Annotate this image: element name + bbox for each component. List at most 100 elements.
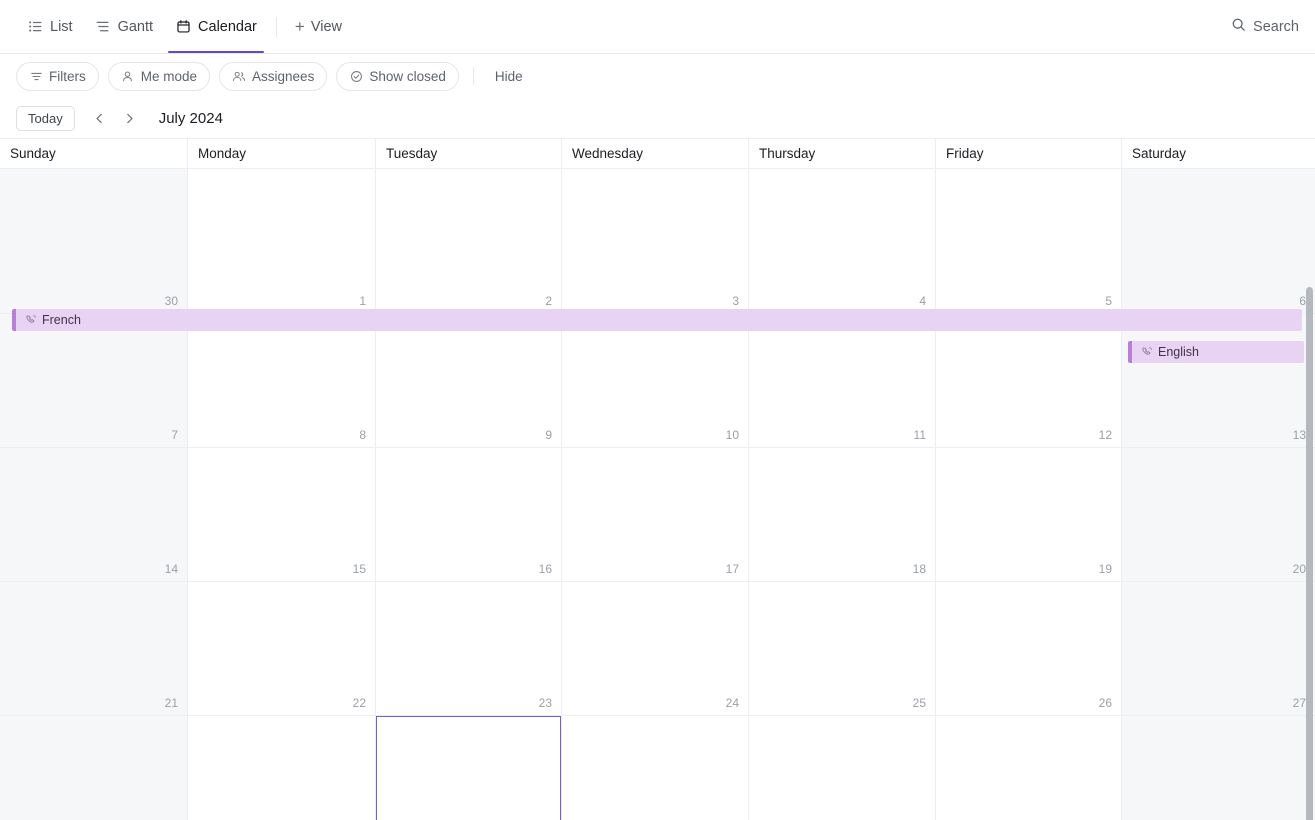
vertical-scrollbar[interactable] xyxy=(1306,287,1313,820)
weekday-header-row: Sunday Monday Tuesday Wednesday Thursday Frid… xyxy=(0,139,1315,169)
calendar-day-cell[interactable]: 6 xyxy=(1122,169,1315,313)
calendar-day-cell[interactable]: 19 xyxy=(936,448,1122,581)
calendar-day-cell[interactable] xyxy=(188,716,376,820)
calendar-week-row: 30 1 234 5 6 xyxy=(0,169,1315,314)
calendar-day-cell[interactable]: 2 xyxy=(376,169,562,313)
date-navigation: Today July 2024 xyxy=(0,98,1315,138)
list-icon xyxy=(27,19,43,35)
tab-gantt[interactable]: Gantt xyxy=(84,0,164,53)
weekday-label: Wednesday xyxy=(572,146,643,161)
weekday-header-monday: Monday xyxy=(188,139,376,168)
weekday-header-thursday: Thursday xyxy=(749,139,936,168)
day-number: 12 xyxy=(1099,428,1112,442)
chevron-right-icon xyxy=(123,112,136,125)
calendar-day-cell[interactable]: 15 xyxy=(188,448,376,581)
day-number: 15 xyxy=(353,562,366,576)
calendar-day-cell[interactable]: 22 xyxy=(188,582,376,715)
tab-calendar-label: Calendar xyxy=(198,19,257,35)
filter-toolbar: Filters Me mode Assignees xyxy=(0,54,1315,98)
calendar-day-cell[interactable]: 26 xyxy=(936,582,1122,715)
calendar-day-cell[interactable]: 14 xyxy=(0,448,188,581)
day-number: 6 xyxy=(1299,294,1306,308)
view-bar-right: Search xyxy=(1225,13,1301,40)
weekday-header-tuesday: Tuesday xyxy=(376,139,562,168)
day-number: 26 xyxy=(1099,696,1112,710)
weekday-label: Tuesday xyxy=(386,146,437,161)
calendar-day-cell[interactable]: 7 xyxy=(0,314,188,447)
calendar-day-cell[interactable]: 21 xyxy=(0,582,188,715)
day-number: 14 xyxy=(165,562,178,576)
weekday-header-sunday: Sunday xyxy=(0,139,188,168)
calendar-day-cell[interactable] xyxy=(749,716,936,820)
calendar-day-cell[interactable]: 20 xyxy=(1122,448,1315,581)
tab-list[interactable]: List xyxy=(16,0,84,53)
day-number: 21 xyxy=(165,696,178,710)
weekday-label: Thursday xyxy=(759,146,815,161)
day-number: 8 xyxy=(359,428,366,442)
day-number: 11 xyxy=(914,428,926,442)
toolbar-divider xyxy=(473,67,474,85)
calendar-day-cell[interactable]: 8 xyxy=(188,314,376,447)
day-number: 5 xyxy=(1105,294,1112,308)
weekday-label: Sunday xyxy=(10,146,56,161)
calendar-day-cell[interactable]: 13 xyxy=(1122,314,1315,447)
calendar-day-cell[interactable]: 12 xyxy=(936,314,1122,447)
event-title: English xyxy=(1153,345,1207,359)
calendar-week-row: 14 15 161718 19 20 xyxy=(0,448,1315,582)
event-title: French xyxy=(37,313,89,327)
day-number: 19 xyxy=(1099,562,1112,576)
day-number: 10 xyxy=(726,428,739,442)
me-mode-button[interactable]: Me mode xyxy=(108,62,210,91)
gantt-icon xyxy=(95,19,111,35)
calendar-day-cell[interactable]: 9 xyxy=(376,314,562,447)
calendar-day-cell[interactable]: 16 xyxy=(376,448,562,581)
previous-month-button[interactable] xyxy=(87,105,113,131)
day-number: 1 xyxy=(359,294,366,308)
add-view-button[interactable]: + View xyxy=(285,18,352,35)
weekday-label: Monday xyxy=(198,146,246,161)
next-month-button[interactable] xyxy=(117,105,143,131)
event-color-bar xyxy=(1128,341,1132,363)
calendar-day-cell[interactable]: 11 xyxy=(749,314,936,447)
calendar-week-row xyxy=(0,716,1315,820)
show-closed-button[interactable]: Show closed xyxy=(336,62,459,91)
calendar-day-cell[interactable]: 27 xyxy=(1122,582,1315,715)
weekday-label: Saturday xyxy=(1132,146,1186,161)
assignees-button[interactable]: Assignees xyxy=(219,62,327,91)
calendar-day-cell[interactable]: 1 xyxy=(188,169,376,313)
calendar-day-cell[interactable]: 23 xyxy=(376,582,562,715)
tab-calendar[interactable]: Calendar xyxy=(164,0,268,53)
day-number: 25 xyxy=(913,696,926,710)
hide-button[interactable]: Hide xyxy=(488,65,530,88)
calendar-day-cell[interactable] xyxy=(936,716,1122,820)
calendar-day-cell[interactable]: 5 xyxy=(936,169,1122,313)
view-tab-bar: List Gantt xyxy=(0,0,1315,54)
calendar-day-cell[interactable]: 4 xyxy=(749,169,936,313)
add-view-label: View xyxy=(311,19,342,35)
calendar-event[interactable]: English xyxy=(1128,341,1304,363)
calendar-day-cell[interactable]: 18 xyxy=(749,448,936,581)
calendar-day-cell[interactable]: 30 xyxy=(0,169,188,313)
calendar-day-cell[interactable]: 10 xyxy=(562,314,749,447)
calendar-day-cell[interactable] xyxy=(562,716,749,820)
today-button[interactable]: Today xyxy=(16,106,75,131)
calendar-day-cell[interactable] xyxy=(376,716,562,820)
calendar-event[interactable]: French xyxy=(12,309,1302,331)
search-button[interactable]: Search xyxy=(1225,13,1301,40)
current-month-label: July 2024 xyxy=(159,110,223,127)
plus-icon: + xyxy=(295,18,305,35)
day-number: 2 xyxy=(545,294,552,308)
filters-label: Filters xyxy=(49,69,86,84)
calendar-day-cell[interactable] xyxy=(1122,716,1315,820)
day-number: 23 xyxy=(539,696,552,710)
calendar-day-cell[interactable]: 3 xyxy=(562,169,749,313)
calendar-day-cell[interactable]: 25 xyxy=(749,582,936,715)
calendar-day-cell[interactable]: 24 xyxy=(562,582,749,715)
day-number: 27 xyxy=(1293,696,1306,710)
search-icon xyxy=(1231,17,1246,36)
calendar-day-cell[interactable]: 17 xyxy=(562,448,749,581)
weekday-header-friday: Friday xyxy=(936,139,1122,168)
me-mode-label: Me mode xyxy=(141,69,197,84)
calendar-day-cell[interactable] xyxy=(0,716,188,820)
filters-button[interactable]: Filters xyxy=(16,62,99,91)
